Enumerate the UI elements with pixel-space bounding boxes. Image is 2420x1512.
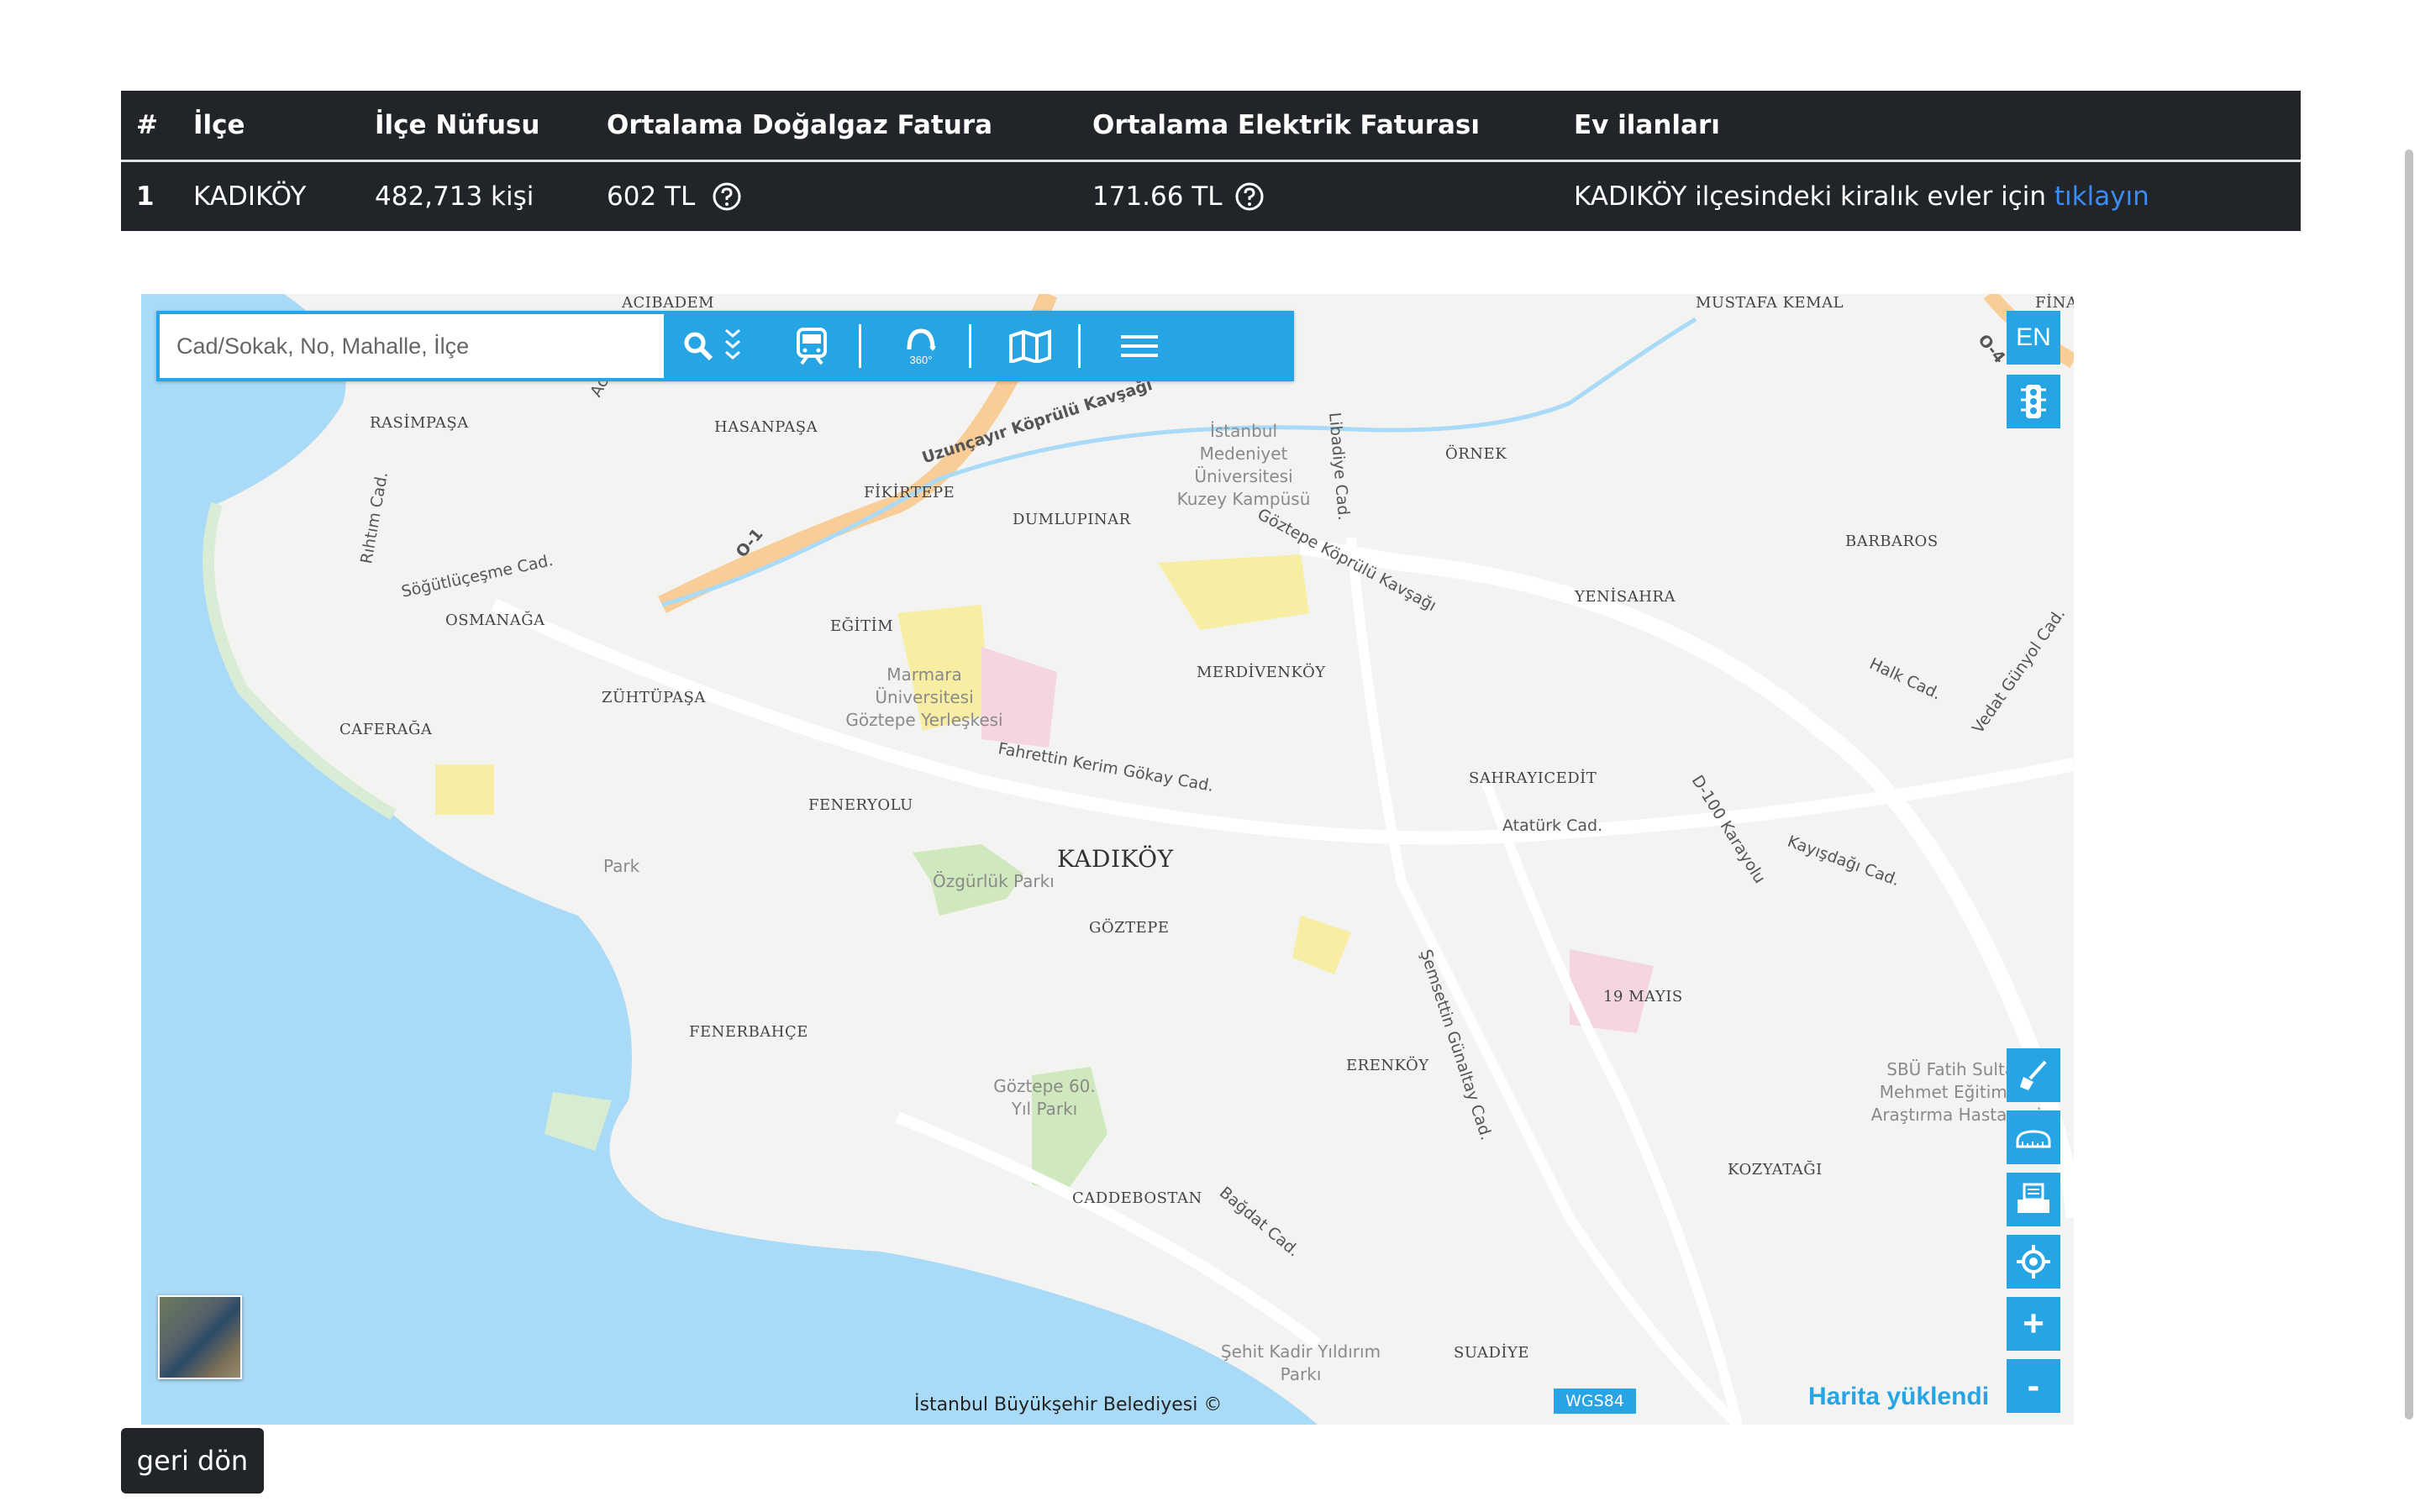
- expand-options-icon[interactable]: [721, 311, 744, 381]
- row-index: 1: [136, 181, 155, 212]
- place-label: GÖZTEPE: [1089, 919, 1170, 937]
- header-listings: Ev ilanları: [1574, 110, 1720, 140]
- print-icon[interactable]: [2007, 1173, 2060, 1226]
- table-header-row: # İlçe İlçe Nüfusu Ortalama Doğalgaz Fat…: [121, 91, 2301, 162]
- place-label: EĞİTİM: [830, 617, 894, 635]
- measure-ruler-icon[interactable]: [2007, 1110, 2060, 1164]
- place-label: OSMANAĞA: [445, 612, 545, 629]
- place-label: CAFERAĞA: [339, 721, 433, 738]
- map-status: Harita yüklendi: [1808, 1383, 1990, 1410]
- header-population: İlçe Nüfusu: [375, 110, 540, 140]
- place-label: BARBAROS: [1845, 533, 1939, 550]
- place-label: FENERYOLU: [808, 796, 913, 814]
- search-icon[interactable]: [677, 311, 719, 381]
- poi-label: İstanbul Medeniyet Üniversitesi Kuzey Ka…: [1176, 421, 1311, 509]
- place-label: ERENKÖY: [1346, 1057, 1429, 1074]
- public-transport-icon[interactable]: [770, 311, 854, 381]
- poi-label: Göztepe 60. Yıl Parkı: [993, 1076, 1096, 1119]
- page-scrollbar[interactable]: [2405, 150, 2413, 1420]
- place-label: CADDEBOSTAN: [1072, 1189, 1202, 1207]
- place-label: ÖRNEK: [1445, 445, 1507, 463]
- header-electricity-bill: Ortalama Elektrik Faturası: [1092, 110, 1480, 140]
- map-toolbar: 360°: [156, 311, 1294, 381]
- place-label: DUMLUPINAR: [1013, 511, 1131, 528]
- listing-link[interactable]: tıklayın: [2054, 181, 2149, 212]
- zoom-in-button[interactable]: +: [2007, 1297, 2060, 1351]
- map-book-icon[interactable]: [988, 311, 1072, 381]
- header-district: İlçe: [193, 110, 245, 140]
- toolbar-separator: [969, 324, 971, 368]
- gas-help-icon[interactable]: [712, 181, 742, 212]
- row-gas-bill: 602 TL: [607, 181, 696, 212]
- header-index: #: [136, 110, 158, 140]
- poi-label: Park: [603, 856, 640, 876]
- menu-icon[interactable]: [1097, 311, 1181, 381]
- place-label: MUSTAFA KEMAL: [1696, 294, 1844, 312]
- locate-me-icon[interactable]: [2007, 1235, 2060, 1289]
- place-label: MERDİVENKÖY: [1197, 664, 1326, 681]
- place-label: HASANPAŞA: [714, 418, 818, 436]
- map-view[interactable]: ACIBADEM MUSTAFA KEMAL FİNA RASİMPAŞA HA…: [141, 294, 2074, 1425]
- place-label: FİNA: [2035, 294, 2074, 312]
- poi-label: Özgürlük Parkı: [933, 871, 1055, 891]
- toolbar-separator: [1078, 324, 1081, 368]
- address-search-input[interactable]: [160, 314, 664, 378]
- poi-label: Şehit Kadir Yıldırım Parkı: [1220, 1341, 1381, 1384]
- map-attribution: İstanbul Büyükşehir Belediyesi ©: [914, 1394, 1223, 1415]
- district-label: KADIKÖY: [1057, 845, 1174, 873]
- place-label: FENERBAHÇE: [689, 1023, 808, 1041]
- place-label: ACIBADEM: [622, 294, 715, 312]
- place-label: RASİMPAŞA: [370, 414, 469, 432]
- row-population: 482,713 kişi: [375, 181, 534, 212]
- zoom-out-button[interactable]: -: [2007, 1359, 2060, 1413]
- basemap-switcher[interactable]: [158, 1295, 242, 1379]
- toolbar-separator: [859, 324, 861, 368]
- panorama-360-icon[interactable]: 360°: [879, 311, 963, 381]
- traffic-light-icon[interactable]: [2007, 375, 2060, 428]
- header-gas-bill: Ortalama Doğalgaz Fatura: [607, 110, 993, 140]
- row-listing-cell: KADIKÖY ilçesindeki kiralık evler için t…: [1574, 162, 2149, 231]
- language-button[interactable]: EN: [2007, 311, 2060, 365]
- place-label: KOZYATAĞI: [1728, 1161, 1823, 1179]
- back-button[interactable]: geri dön: [121, 1428, 264, 1494]
- district-table: # İlçe İlçe Nüfusu Ortalama Doğalgaz Fat…: [121, 91, 2301, 231]
- svg-text:360°: 360°: [910, 354, 933, 366]
- row-district: KADIKÖY: [193, 181, 307, 212]
- listing-text: KADIKÖY ilçesindeki kiralık evler için: [1574, 181, 2047, 212]
- clear-map-icon[interactable]: [2007, 1048, 2060, 1102]
- street-label: Atatürk Cad.: [1502, 816, 1603, 835]
- table-row: 1 KADIKÖY 482,713 kişi 602 TL 171.66 TL …: [121, 162, 2301, 231]
- place-label: ZÜHTÜPAŞA: [602, 689, 706, 706]
- row-electricity-bill: 171.66 TL: [1092, 181, 1223, 212]
- place-label: FİKİRTEPE: [864, 484, 955, 501]
- place-label: YENİSAHRA: [1575, 588, 1676, 606]
- poi-label: Marmara Üniversitesi Göztepe Yerleşkesi: [845, 664, 1003, 730]
- place-label: SAHRAYICEDİT: [1469, 769, 1597, 787]
- electricity-help-icon[interactable]: [1234, 181, 1265, 212]
- crs-badge[interactable]: WGS84: [1554, 1389, 1636, 1414]
- place-label: 19 MAYIS: [1603, 988, 1683, 1005]
- place-label: SUADİYE: [1454, 1344, 1530, 1362]
